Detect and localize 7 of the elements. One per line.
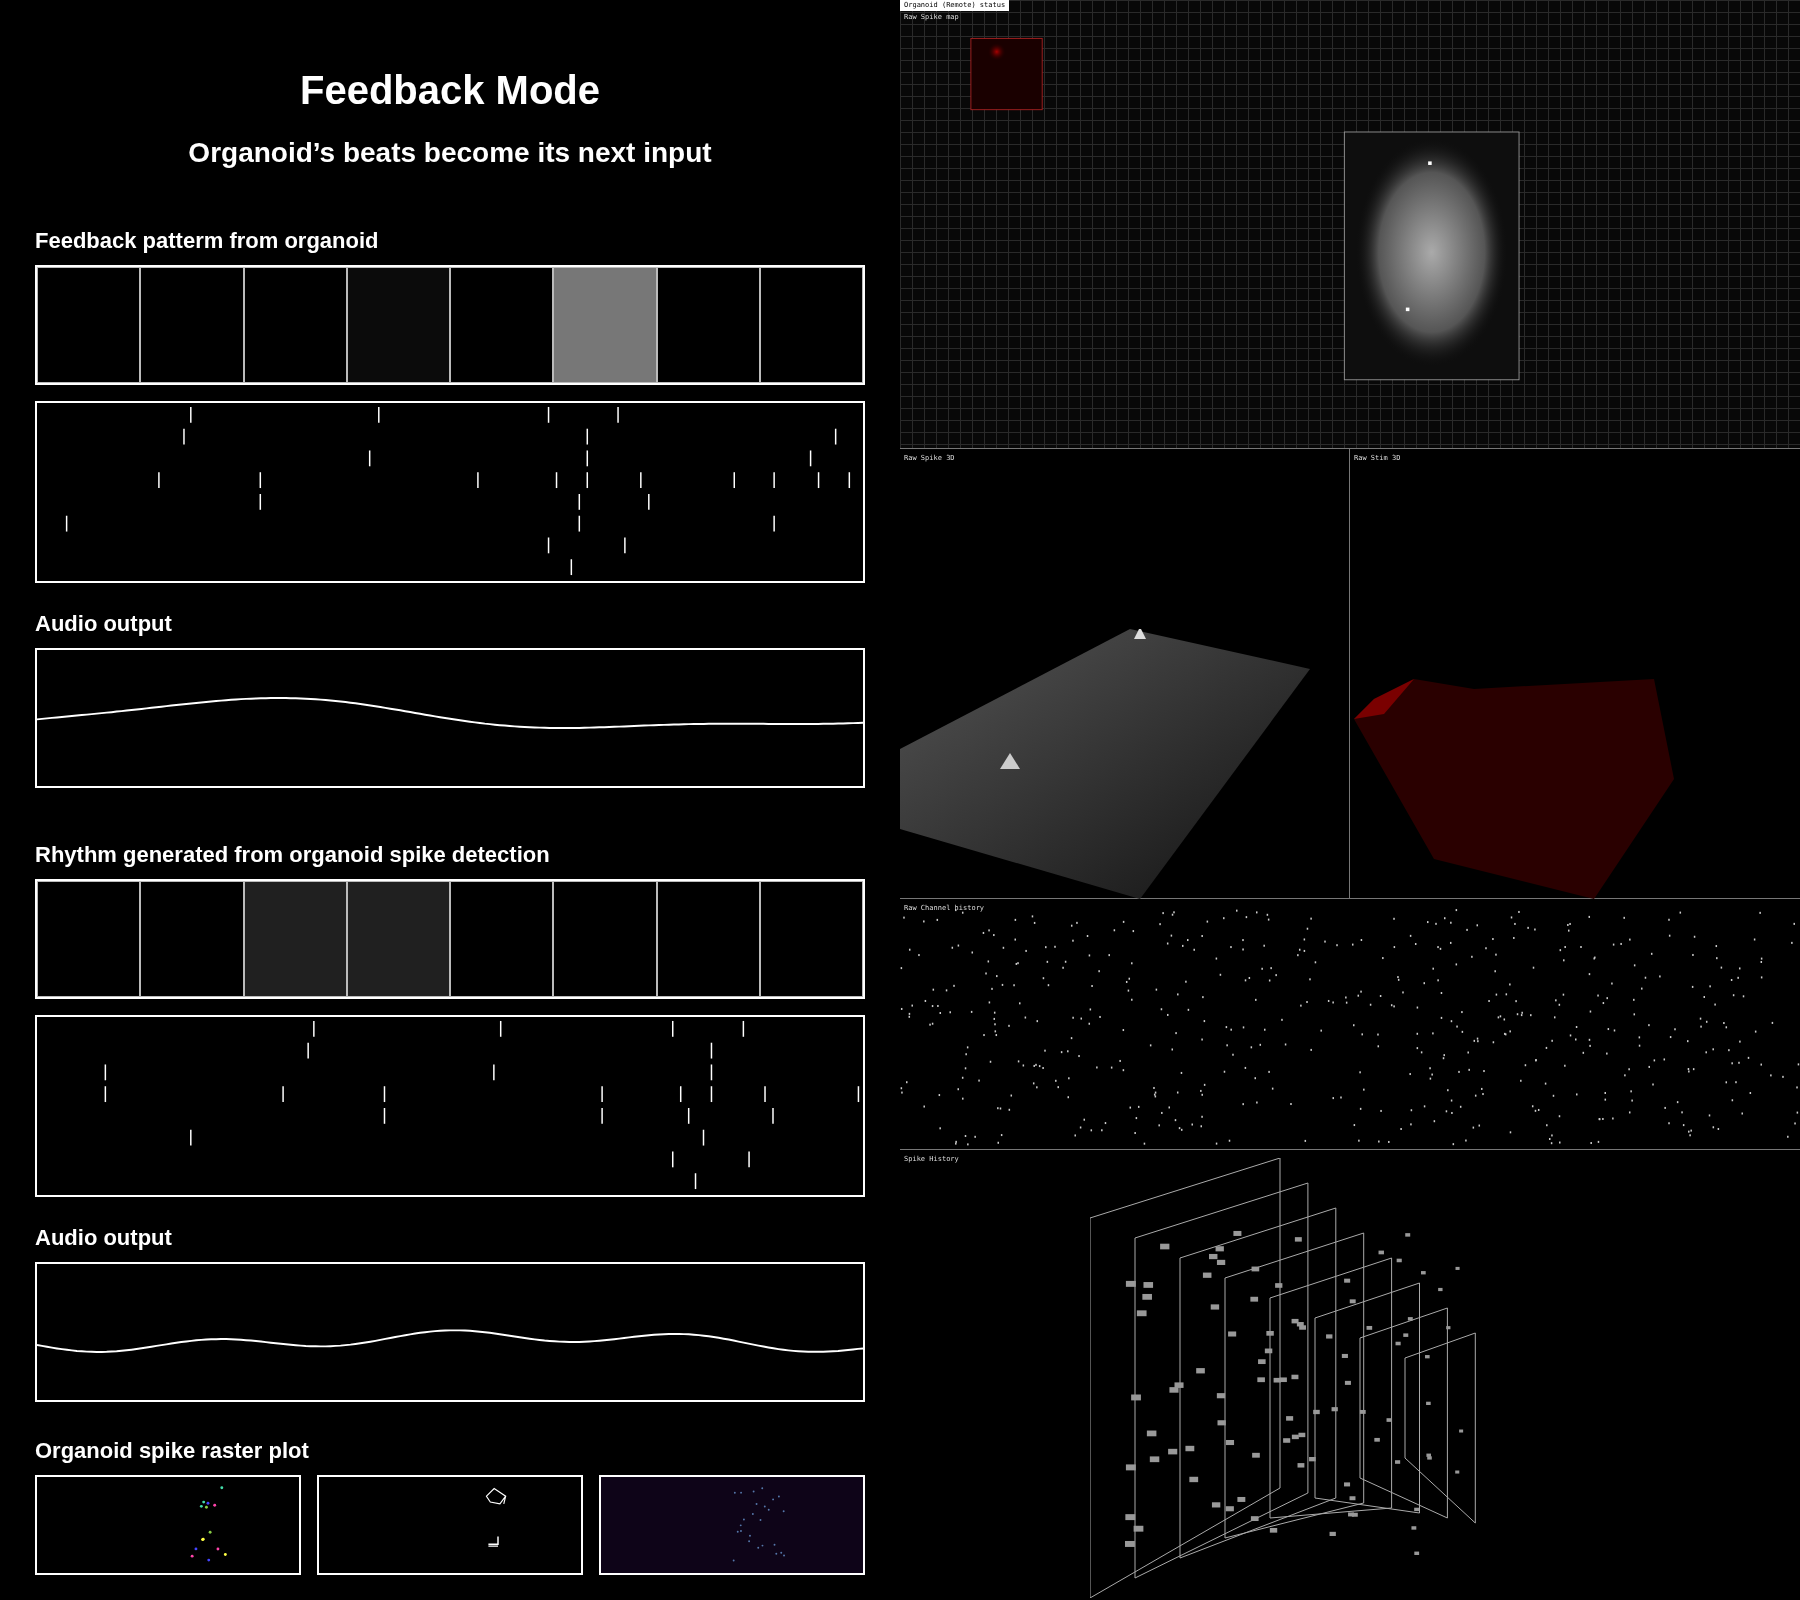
section-heading: Feedback patterm from organoid [35,227,380,255]
section-heading: Audio output [35,610,173,638]
section-heading: Organoid spike raster plot [35,1437,310,1465]
page-title: Feedback Mode [298,67,602,114]
section-heading: Rhythm generated from organoid spike detection [35,841,551,869]
page-subtitle: Organoid’s beats become its next input [187,136,713,170]
section-heading: Audio output [35,1224,173,1252]
